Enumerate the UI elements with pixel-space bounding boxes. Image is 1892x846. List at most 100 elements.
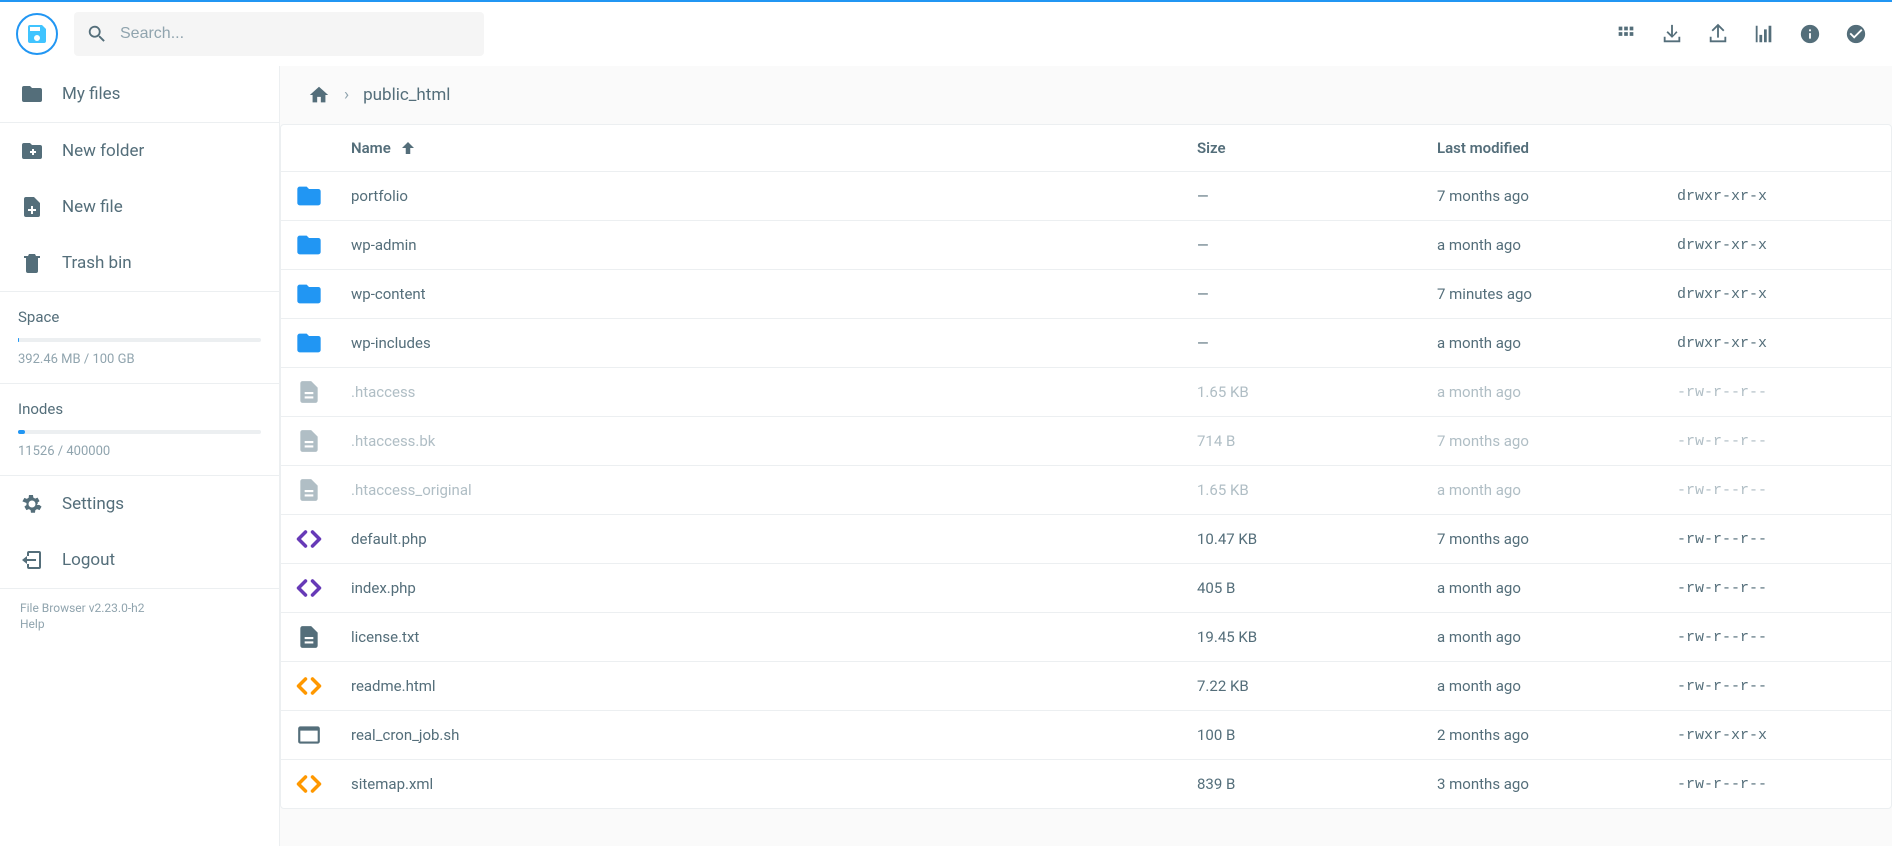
file-type-icon	[295, 427, 323, 455]
col-modified[interactable]: Last modified	[1437, 139, 1677, 157]
sidebar: My files New folder New file Trash bin S…	[0, 66, 280, 846]
space-value: 392.46 MB / 100 GB	[18, 352, 261, 367]
file-name: .htaccess	[351, 383, 1197, 401]
breadcrumb: › public_html	[280, 66, 1892, 124]
table-row[interactable]: default.php10.47 KB7 months ago-rw-r--r-…	[281, 515, 1891, 564]
col-name[interactable]: Name	[351, 139, 1197, 157]
gear-icon	[20, 492, 44, 516]
file-size: 405 B	[1197, 579, 1437, 597]
sidebar-new-file[interactable]: New file	[0, 179, 279, 235]
file-name: .htaccess_original	[351, 481, 1197, 499]
file-modified: 7 months ago	[1437, 432, 1677, 450]
table-row[interactable]: wp-content—7 minutes agodrwxr-xr-x	[281, 270, 1891, 319]
file-size: 714 B	[1197, 432, 1437, 450]
table-row[interactable]: license.txt19.45 KBa month ago-rw-r--r--	[281, 613, 1891, 662]
file-name: default.php	[351, 530, 1197, 548]
sidebar-settings[interactable]: Settings	[0, 476, 279, 532]
file-name: sitemap.xml	[351, 775, 1197, 793]
top-actions	[1614, 22, 1876, 46]
file-size: —	[1197, 236, 1437, 254]
table-row[interactable]: sitemap.xml839 B3 months ago-rw-r--r--	[281, 760, 1891, 808]
download-button[interactable]	[1660, 22, 1684, 46]
breadcrumb-current[interactable]: public_html	[363, 85, 450, 105]
help-link[interactable]: Help	[20, 617, 259, 631]
file-modified: 2 months ago	[1437, 726, 1677, 744]
table-row[interactable]: .htaccess.bk714 B7 months ago-rw-r--r--	[281, 417, 1891, 466]
file-type-icon	[295, 525, 323, 553]
file-size: —	[1197, 334, 1437, 352]
inodes-value: 11526 / 400000	[18, 444, 261, 459]
upload-button[interactable]	[1706, 22, 1730, 46]
file-modified: 7 minutes ago	[1437, 285, 1677, 303]
file-size: 1.65 KB	[1197, 481, 1437, 499]
file-type-icon	[295, 623, 323, 651]
file-modified: a month ago	[1437, 481, 1677, 499]
file-permissions: drwxr-xr-x	[1677, 188, 1877, 205]
file-permissions: -rw-r--r--	[1677, 384, 1877, 401]
file-name: wp-includes	[351, 334, 1197, 352]
main: › public_html Name Size Last modified po…	[280, 66, 1892, 846]
sidebar-logout[interactable]: Logout	[0, 532, 279, 588]
table-row[interactable]: real_cron_job.sh100 B2 months ago-rwxr-x…	[281, 711, 1891, 760]
sidebar-trash[interactable]: Trash bin	[0, 235, 279, 291]
view-grid-button[interactable]	[1614, 22, 1638, 46]
table-row[interactable]: .htaccess_original1.65 KBa month ago-rw-…	[281, 466, 1891, 515]
file-permissions: drwxr-xr-x	[1677, 335, 1877, 352]
file-permissions: -rw-r--r--	[1677, 678, 1877, 695]
sidebar-footer: File Browser v2.23.0-h2 Help	[0, 589, 279, 645]
table-row[interactable]: readme.html7.22 KBa month ago-rw-r--r--	[281, 662, 1891, 711]
stats-button[interactable]	[1752, 22, 1776, 46]
table-row[interactable]: index.php405 Ba month ago-rw-r--r--	[281, 564, 1891, 613]
file-size: 7.22 KB	[1197, 677, 1437, 695]
col-size[interactable]: Size	[1197, 139, 1437, 157]
folder-icon	[20, 82, 44, 106]
file-permissions: drwxr-xr-x	[1677, 286, 1877, 303]
chevron-right-icon: ›	[344, 85, 349, 105]
file-type-icon	[295, 182, 323, 210]
file-name: wp-content	[351, 285, 1197, 303]
file-permissions: -rwxr-xr-x	[1677, 727, 1877, 744]
file-name: portfolio	[351, 187, 1197, 205]
sidebar-new-folder[interactable]: New folder	[0, 123, 279, 179]
file-permissions: -rw-r--r--	[1677, 482, 1877, 499]
version-text: File Browser v2.23.0-h2	[20, 601, 259, 615]
file-modified: 7 months ago	[1437, 530, 1677, 548]
sidebar-my-files[interactable]: My files	[0, 66, 279, 122]
file-type-icon	[295, 329, 323, 357]
file-type-icon	[295, 231, 323, 259]
file-modified: 7 months ago	[1437, 187, 1677, 205]
file-name: index.php	[351, 579, 1197, 597]
info-button[interactable]	[1798, 22, 1822, 46]
search-box[interactable]	[74, 12, 484, 56]
file-modified: a month ago	[1437, 677, 1677, 695]
space-label: Space	[18, 308, 261, 326]
table-row[interactable]: wp-admin—a month agodrwxr-xr-x	[281, 221, 1891, 270]
table-row[interactable]: portfolio—7 months agodrwxr-xr-x	[281, 172, 1891, 221]
space-stats: Space 392.46 MB / 100 GB	[0, 292, 279, 384]
file-type-icon	[295, 280, 323, 308]
file-type-icon	[295, 378, 323, 406]
file-modified: a month ago	[1437, 579, 1677, 597]
logo[interactable]	[16, 13, 58, 55]
file-size: —	[1197, 285, 1437, 303]
file-modified: a month ago	[1437, 383, 1677, 401]
file-type-icon	[295, 770, 323, 798]
file-name: .htaccess.bk	[351, 432, 1197, 450]
file-modified: a month ago	[1437, 628, 1677, 646]
file-permissions: -rw-r--r--	[1677, 776, 1877, 793]
inodes-label: Inodes	[18, 400, 261, 418]
topbar	[0, 0, 1892, 66]
table-row[interactable]: wp-includes—a month agodrwxr-xr-x	[281, 319, 1891, 368]
home-icon[interactable]	[308, 84, 330, 106]
file-name: wp-admin	[351, 236, 1197, 254]
search-icon	[86, 23, 108, 45]
select-all-button[interactable]	[1844, 22, 1868, 46]
search-input[interactable]	[108, 25, 472, 43]
add-file-icon	[20, 195, 44, 219]
table-row[interactable]: .htaccess1.65 KBa month ago-rw-r--r--	[281, 368, 1891, 417]
file-size: —	[1197, 187, 1437, 205]
table-header: Name Size Last modified	[281, 125, 1891, 172]
logout-icon	[20, 548, 44, 572]
file-type-icon	[295, 672, 323, 700]
file-permissions: -rw-r--r--	[1677, 531, 1877, 548]
